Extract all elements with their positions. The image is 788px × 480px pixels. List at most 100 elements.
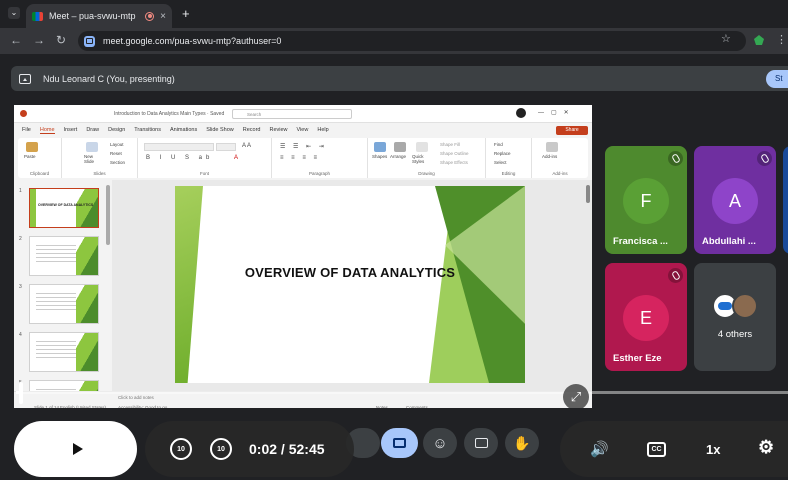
- select-button[interactable]: Select: [494, 160, 507, 165]
- current-slide[interactable]: OVERVIEW OF DATA ANALYTICS: [175, 186, 525, 383]
- present-button[interactable]: [381, 428, 418, 458]
- browser-menu-icon[interactable]: ⋮: [776, 33, 787, 46]
- browser-toolbar: ← → ↻ meet.google.com/pua-svwu-mtp?authu…: [0, 28, 788, 54]
- drawing-group-label: Drawing: [418, 171, 435, 176]
- arrange-label[interactable]: Arrange: [390, 154, 406, 159]
- list-icons[interactable]: ☰ ☰ ⇤ ⇥: [280, 143, 327, 150]
- arrange-icon[interactable]: [394, 142, 406, 152]
- extension-icon[interactable]: [754, 35, 764, 45]
- muted-mic-icon: [757, 151, 772, 166]
- tab-search-icon[interactable]: ⌄: [8, 7, 20, 19]
- add-ins-label[interactable]: Add-ins: [542, 154, 557, 159]
- participant-tile-esther[interactable]: E Esther Eze: [605, 263, 687, 371]
- shapes-label[interactable]: Shapes: [372, 154, 387, 159]
- new-slide-icon[interactable]: [86, 142, 98, 152]
- reload-icon[interactable]: ↻: [56, 33, 66, 47]
- ppt-menu-home[interactable]: Home: [39, 127, 55, 134]
- reset-button[interactable]: Reset: [110, 151, 122, 156]
- font-format-icons[interactable]: B I U S ab: [146, 155, 213, 161]
- window-controls-icon[interactable]: —▢✕: [538, 109, 576, 116]
- participant-tile-partial[interactable]: [783, 146, 788, 254]
- address-bar[interactable]: meet.google.com/pua-svwu-mtp?authuser=0: [78, 31, 746, 51]
- shape-fill-button[interactable]: Shape Fill: [440, 142, 460, 147]
- add-ins-icon[interactable]: [546, 142, 558, 152]
- presenting-label: Ndu Leonard C (You, presenting): [43, 73, 175, 84]
- ppt-menu-review[interactable]: Review: [269, 127, 287, 133]
- ppt-menu-animations[interactable]: Animations: [170, 127, 197, 133]
- skip-back-icon[interactable]: 10: [170, 438, 192, 460]
- playback-speed-button[interactable]: 1x: [706, 442, 720, 457]
- captions-icon[interactable]: CC: [647, 442, 666, 457]
- bookmark-star-icon[interactable]: ☆: [721, 32, 731, 45]
- thumbnail-scrollbar[interactable]: [106, 185, 110, 245]
- participant-tile-francisca[interactable]: F Francisca ...: [605, 146, 687, 254]
- video-scrub-bar[interactable]: [16, 391, 788, 394]
- emoji-button[interactable]: ☺: [423, 428, 457, 458]
- grow-font-icon[interactable]: A A: [242, 143, 251, 149]
- fullscreen-icon[interactable]: ⤢: [563, 384, 589, 410]
- shapes-icon[interactable]: [374, 142, 386, 152]
- ppt-user-avatar[interactable]: [516, 108, 526, 118]
- ppt-menu-design[interactable]: Design: [108, 127, 125, 133]
- new-slide-label[interactable]: New Slide: [84, 154, 100, 164]
- slide-thumbnail[interactable]: [29, 332, 99, 372]
- slide-thumbnail[interactable]: [29, 284, 99, 324]
- slide-thumbnail[interactable]: [29, 236, 99, 276]
- section-button[interactable]: Section: [110, 160, 125, 165]
- paste-label[interactable]: Paste: [24, 154, 36, 159]
- stop-presenting-button[interactable]: St: [766, 70, 788, 88]
- ppt-menu-help[interactable]: Help: [317, 127, 328, 133]
- powerpoint-logo-icon: [20, 110, 27, 117]
- raise-hand-icon: ✋: [513, 434, 531, 451]
- ppt-menu-transitions[interactable]: Transitions: [134, 127, 161, 133]
- font-color-icon[interactable]: A: [234, 155, 238, 161]
- layout-button[interactable]: Layout: [110, 142, 124, 147]
- new-tab-button[interactable]: +: [182, 6, 190, 21]
- thumb-number: 1: [19, 188, 22, 194]
- play-button[interactable]: [14, 421, 137, 477]
- slide-scrollbar[interactable]: [586, 185, 590, 203]
- back-arrow-icon[interactable]: ←: [10, 33, 22, 47]
- ribbon-group-paragraph: ☰ ☰ ⇤ ⇥ ≡ ≡ ≡ ≡ Paragraph: [272, 138, 368, 178]
- ppt-menu-view[interactable]: View: [297, 127, 309, 133]
- slide-thumbnail[interactable]: OVERVIEW OF DATA ANALYTICS: [29, 188, 99, 228]
- shape-outline-button[interactable]: Shape Outline: [440, 151, 469, 156]
- font-name-select[interactable]: [144, 143, 214, 151]
- skip-forward-icon[interactable]: 10: [210, 438, 232, 460]
- participant-tile-others[interactable]: 4 others: [694, 263, 776, 371]
- participant-tile-abdullahi[interactable]: A Abdullahi ...: [694, 146, 776, 254]
- ppt-menu-draw[interactable]: Draw: [86, 127, 99, 133]
- ppt-document-title: Introduction to Data Analytics Main Type…: [114, 111, 225, 117]
- clipboard-group-label: Clipboard: [29, 171, 50, 176]
- font-size-select[interactable]: [216, 143, 236, 151]
- browser-tab-meet[interactable]: Meet – pua-svwu-mtp ×: [26, 4, 172, 28]
- replace-button[interactable]: Replace: [494, 151, 511, 156]
- shape-effects-button[interactable]: Shape Effects: [440, 160, 468, 165]
- quick-styles-label[interactable]: Quick Styles: [412, 154, 432, 164]
- ppt-share-button[interactable]: Share: [556, 126, 588, 135]
- volume-icon[interactable]: 🔊: [590, 440, 609, 458]
- ppt-search-box[interactable]: Search: [232, 109, 352, 119]
- slide-thumbnail-panel: 1 OVERVIEW OF DATA ANALYTICS 2 3 4 5: [14, 180, 104, 413]
- thumb-title: OVERVIEW OF DATA ANALYTICS: [38, 203, 94, 207]
- presenting-banner: Ndu Leonard C (You, presenting): [11, 66, 788, 91]
- find-button[interactable]: Find: [494, 142, 503, 147]
- ribbon-group-clipboard: Paste Clipboard: [18, 138, 62, 178]
- forward-arrow-icon[interactable]: →: [33, 33, 45, 47]
- ppt-menu-slide-show[interactable]: Slide Show: [206, 127, 234, 133]
- play-icon: [72, 443, 83, 455]
- paste-icon[interactable]: [26, 142, 38, 152]
- ppt-menu-record[interactable]: Record: [243, 127, 261, 133]
- site-info-icon[interactable]: [84, 35, 95, 47]
- scrub-handle[interactable]: [19, 382, 23, 404]
- ppt-menu-insert[interactable]: Insert: [64, 127, 78, 133]
- settings-gear-icon[interactable]: ⚙: [758, 437, 774, 458]
- quick-styles-icon[interactable]: [416, 142, 428, 152]
- tab-close-icon[interactable]: ×: [160, 11, 166, 22]
- ppt-menu-bar: File Home Insert Draw Design Transitions Anima…: [14, 123, 592, 137]
- captions-toggle-button[interactable]: [464, 428, 498, 458]
- ppt-menu-file[interactable]: File: [22, 127, 31, 133]
- raise-hand-button[interactable]: ✋: [505, 428, 539, 458]
- align-icons[interactable]: ≡ ≡ ≡ ≡: [280, 155, 320, 161]
- thumb-text-lines: [36, 341, 76, 361]
